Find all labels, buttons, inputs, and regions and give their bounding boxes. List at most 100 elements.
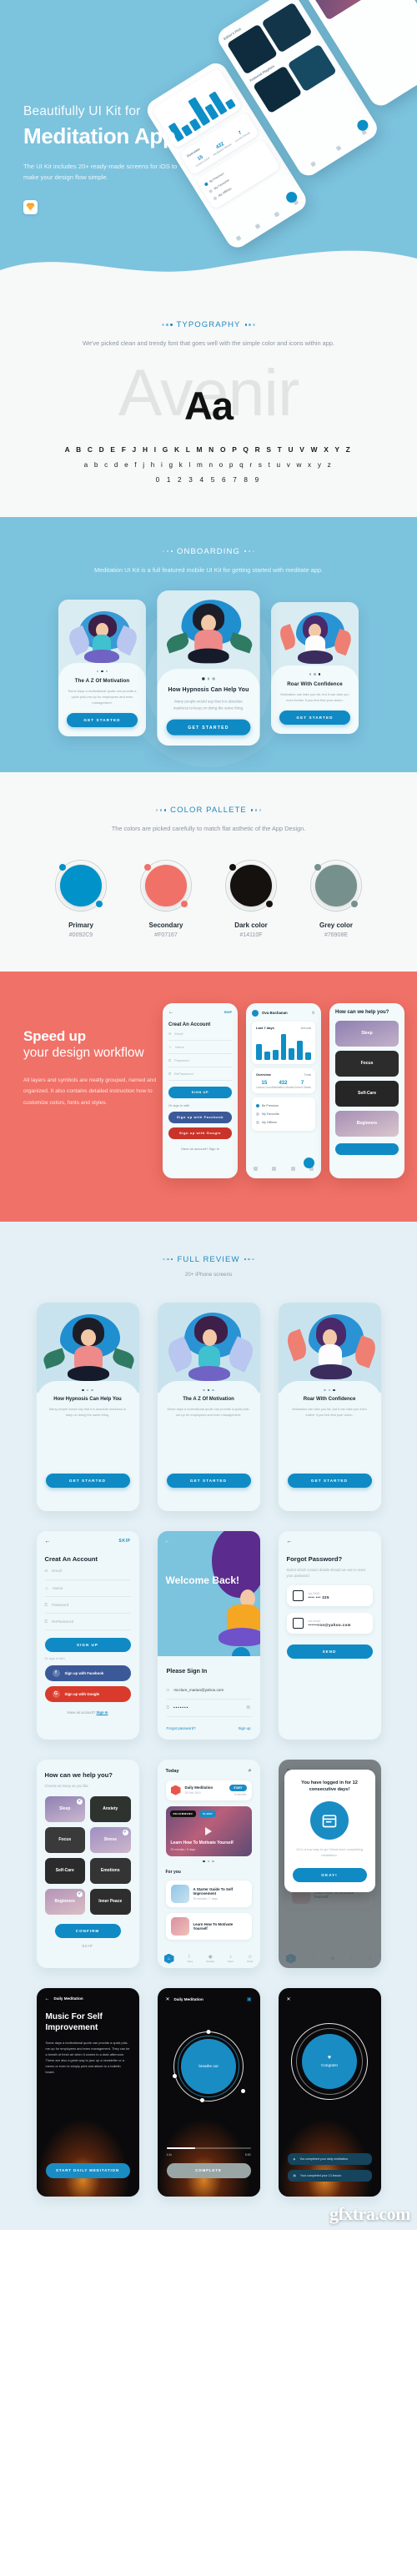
featured-media-card[interactable]: RECOMMEND SLEEP Learn How To Motivate Yo… — [165, 1805, 252, 1856]
name-field[interactable]: ☺ Name — [44, 1580, 131, 1597]
google-signup-button[interactable]: G Sign up with Google — [44, 1685, 131, 1702]
name-field[interactable]: ☺ Name — [168, 1041, 232, 1054]
email-field[interactable]: ✉ Email — [168, 1027, 232, 1041]
play-icon[interactable] — [205, 1826, 212, 1835]
category-focus[interactable]: Focus — [335, 1050, 399, 1077]
tab-sleep[interactable]: ☾ Sleep — [188, 1954, 193, 1963]
category-beginners[interactable]: Beginners ✓ — [44, 1888, 85, 1915]
get-started-button[interactable]: GET STARTED — [287, 1473, 372, 1488]
speedup-heading-light: your design workflow — [23, 1045, 144, 1060]
continue-arrow-button[interactable]: → — [231, 1646, 250, 1656]
tab-home[interactable]: ⌂ — [163, 1953, 174, 1964]
meditate-fab-icon[interactable] — [304, 1157, 314, 1168]
start-daily-meditation-button[interactable]: START DAILY MEDITATION — [45, 2162, 130, 2178]
password-field[interactable]: ⚿ Password — [168, 1054, 232, 1067]
email-option[interactable]: via email: ••••••ron@yahoo.com — [286, 1612, 373, 1634]
facebook-signup-button[interactable]: Sign up with Facebook — [168, 1111, 232, 1123]
onboarding-pager-1[interactable] — [67, 670, 138, 673]
arrow-left-icon[interactable]: ← — [287, 1539, 293, 1544]
get-started-button-3[interactable]: GET STARTED — [279, 710, 350, 725]
repassword-field[interactable]: ⚿ RePassword — [168, 1067, 232, 1081]
sketch-diamond-icon — [23, 199, 38, 214]
google-signup-button[interactable]: Sign up with Google — [168, 1127, 232, 1139]
send-button[interactable]: SEND — [286, 1644, 373, 1659]
close-icon[interactable]: ✕ — [287, 1996, 291, 2002]
skip-link[interactable]: SKIP — [118, 1539, 130, 1544]
review-pager[interactable] — [167, 1388, 251, 1392]
category-beginners[interactable]: Beginners — [335, 1110, 399, 1137]
gear-icon[interactable]: ⚙ — [312, 1011, 315, 1016]
complete-button[interactable]: COMPLETE — [166, 2162, 251, 2178]
lesson-card[interactable]: Learn How To Motivate Yourself — [165, 1913, 252, 1941]
have-account-link[interactable]: Have an account? Sign In — [168, 1147, 232, 1151]
get-started-button-2[interactable]: GET STARTED — [166, 719, 251, 736]
onboarding-pager-3[interactable] — [279, 673, 350, 675]
tab-profile[interactable]: ☺ Profile — [247, 1955, 253, 1963]
category-emotions[interactable]: Emotions — [90, 1857, 131, 1884]
get-started-button-1[interactable]: GET STARTED — [67, 713, 138, 728]
eye-icon[interactable]: 👁 — [246, 1705, 251, 1710]
onboarding-eyebrow: ONBOARDING — [0, 547, 417, 556]
tab-music[interactable]: ♪ Music — [228, 1955, 234, 1963]
signup-button[interactable]: SIGN UP — [168, 1086, 232, 1098]
sms-option[interactable]: via SMS: •••• ••• 325 — [286, 1584, 373, 1606]
onboarding-pager-2[interactable] — [167, 677, 251, 680]
category-inner-peace[interactable]: Inner Peace — [90, 1888, 131, 1915]
review-note: 20+ iPhone screens — [184, 1271, 233, 1278]
password-field[interactable]: ⚿ Password — [44, 1597, 131, 1614]
skip-link[interactable]: SKIP — [37, 1944, 139, 1948]
chart-filter[interactable]: Annual — [301, 1026, 311, 1030]
daily-meditation-card[interactable]: Daily Meditation 26 Feb 2019 START 5 min… — [165, 1780, 252, 1800]
review-screen-welcome-back: ← Welcome Back! → Please Sign In ✉ mcclu… — [157, 1530, 260, 1740]
arrow-left-icon[interactable]: ← — [45, 1539, 51, 1544]
overview-label: Overview — [256, 1072, 271, 1077]
category-anxiety[interactable]: Anxiety — [90, 1795, 131, 1822]
skip-link[interactable]: SKIP — [224, 1010, 232, 1014]
arrow-left-icon[interactable]: ← — [45, 1996, 50, 2001]
start-pill[interactable]: START — [229, 1784, 247, 1791]
email-field[interactable]: ✉ mcclure_marian@yahoo.com — [166, 1682, 251, 1700]
heart-icon — [208, 188, 214, 194]
close-icon[interactable]: ✕ — [166, 1996, 170, 2002]
get-started-button[interactable]: GET STARTED — [166, 1473, 251, 1488]
review-pager[interactable] — [288, 1388, 372, 1392]
typography-eyebrow: TYPOGRAPHY — [0, 320, 417, 329]
signup-button[interactable]: SIGN UP — [44, 1637, 131, 1652]
category-sleep[interactable]: Sleep ✓ — [44, 1795, 85, 1822]
facebook-signup-button[interactable]: f Sign up with Facebook — [44, 1665, 131, 1681]
signup-link[interactable]: Sign up — [239, 1726, 251, 1730]
hero-wave-divider — [0, 250, 417, 284]
email-field[interactable]: ✉ Email — [44, 1563, 131, 1580]
get-started-button[interactable]: GET STARTED — [45, 1473, 130, 1488]
lesson-card[interactable]: A Starter Guide To Self Improvement 29 m… — [165, 1881, 252, 1908]
seek-bar[interactable]: 1:2x 5:00 — [166, 2147, 251, 2157]
review-pager[interactable] — [46, 1388, 130, 1392]
lesson-thumbnail — [170, 1917, 189, 1936]
category-sleep[interactable]: Sleep — [335, 1020, 399, 1047]
congrats-navbar: ✕ — [279, 1988, 381, 2002]
cast-icon[interactable]: ▣ — [247, 1996, 252, 2002]
password-field[interactable]: ⚿ ••••••• 👁 — [166, 1700, 251, 1717]
onboarding-screen-1: The A Z Of Motivation Some days a motiva… — [58, 599, 146, 737]
forgot-password-link[interactable]: Forgot password? — [167, 1726, 196, 1730]
search-icon[interactable]: ⌕ — [249, 1768, 252, 1775]
category-focus[interactable]: Focus — [44, 1826, 85, 1853]
review-row-1: How Hypnosis Can Help You Many people wo… — [0, 1302, 417, 1511]
arrow-left-icon[interactable]: ← — [165, 1539, 170, 1544]
overview-filter[interactable]: Total — [304, 1072, 311, 1077]
lesson-thumbnail — [170, 1885, 189, 1904]
arrow-left-icon[interactable]: ← — [168, 1010, 173, 1015]
repassword-field[interactable]: ⚿ RePassword — [44, 1614, 131, 1630]
meditate-icon: ◉ — [208, 1955, 213, 1961]
tab-meditate[interactable]: ◉ Meditate — [206, 1954, 214, 1963]
dots-left-icon — [163, 1258, 173, 1261]
have-account-link[interactable]: Have an account? Sign In — [37, 1710, 139, 1715]
okay-button[interactable]: OKAY! — [292, 1868, 367, 1883]
dots-right-icon — [250, 809, 262, 811]
category-self-care[interactable]: Self-Care — [44, 1857, 85, 1884]
category-stress[interactable]: Stress ✓ — [90, 1826, 131, 1853]
congrats-label: Congrats! — [321, 2063, 338, 2068]
category-self-care[interactable]: Self-Care — [335, 1080, 399, 1107]
confirm-button[interactable]: CONFIRM — [54, 1923, 121, 1938]
review-screen-today: Today ⌕ Daily Meditation 26 Feb 2019 STA… — [157, 1759, 260, 1968]
